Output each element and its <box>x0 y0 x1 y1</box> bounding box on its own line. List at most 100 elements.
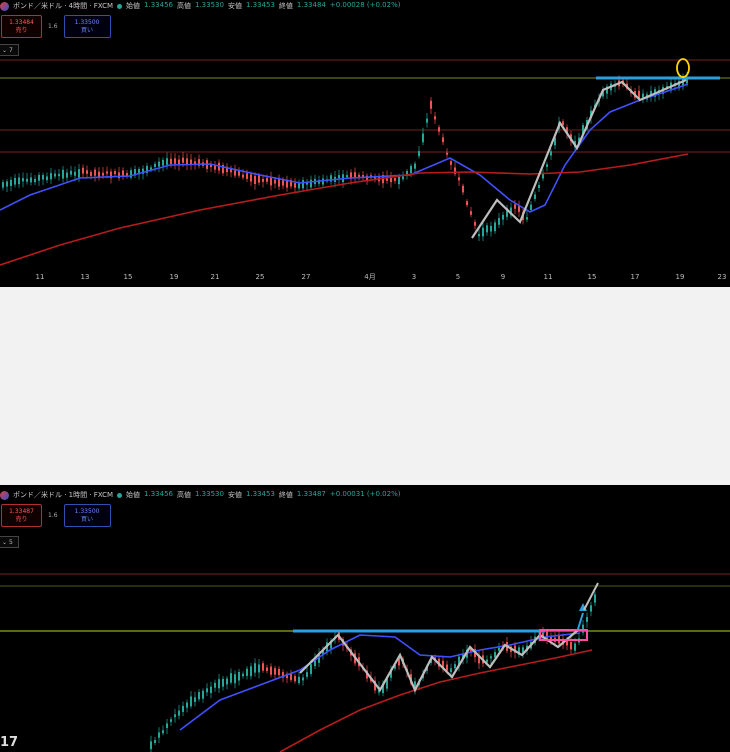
candle <box>534 194 536 200</box>
candle <box>586 617 588 622</box>
candle <box>198 692 200 700</box>
chevron-down-icon: ⌄ <box>2 46 8 54</box>
candle <box>274 179 276 184</box>
indicator-count: 5 <box>8 538 13 546</box>
candle <box>158 732 160 738</box>
price-chart-4h[interactable]: 11 13 15 19 21 25 27 4月 3 5 9 11 15 17 19 23 <box>0 0 730 287</box>
x-tick-label: 27 <box>302 273 311 281</box>
candle <box>498 218 500 225</box>
indicator-count: 7 <box>8 46 13 54</box>
candle <box>486 225 488 233</box>
open-label: 始値 <box>126 491 141 499</box>
candle <box>102 172 104 176</box>
candle <box>442 137 444 143</box>
tradingview-logo[interactable]: 17 <box>0 735 18 750</box>
open-label: 始値 <box>126 2 141 10</box>
indicator-toggle[interactable]: ⌄ 5 <box>0 536 19 548</box>
candle <box>126 173 128 176</box>
candle <box>262 663 264 671</box>
candle <box>78 169 80 178</box>
candle <box>190 696 192 707</box>
candle <box>274 668 276 675</box>
candle <box>46 176 48 181</box>
candle <box>278 668 280 676</box>
candle <box>478 234 480 237</box>
candle <box>418 151 420 157</box>
candle <box>182 705 184 712</box>
candle <box>590 605 592 612</box>
candle <box>242 174 244 178</box>
symbol-title[interactable]: ポンド／米ドル · 4時間 · FXCM <box>13 1 113 11</box>
candle <box>150 741 152 750</box>
sell-label: 売り <box>15 26 28 34</box>
candle <box>526 217 528 220</box>
candle <box>434 116 436 120</box>
sell-price: 1.33487 <box>9 507 34 515</box>
candle <box>462 185 464 193</box>
chart-panel-1h[interactable]: ポンド／米ドル · 1時間 · FXCM 始値 1.33456 高値 1.33530… <box>0 485 730 752</box>
trade-buttons: 1.33484 売り 1.6 1.33500 買い <box>1 15 111 38</box>
candle <box>230 673 232 683</box>
x-tick-label: 25 <box>256 273 265 281</box>
candle <box>246 668 248 676</box>
candle <box>38 174 40 181</box>
candle <box>178 710 180 716</box>
candle <box>546 164 548 167</box>
sell-button[interactable]: 1.33484 売り <box>1 15 42 38</box>
zigzag-line <box>471 78 687 239</box>
candle <box>446 152 448 155</box>
trade-buttons: 1.33487 売り 1.6 1.33500 買い <box>1 504 111 527</box>
candle <box>10 179 12 187</box>
close-label: 終値 <box>278 491 293 499</box>
spread-value: 1.6 <box>48 23 58 30</box>
candle <box>574 643 576 651</box>
x-tick-label: 11 <box>544 273 553 281</box>
candle <box>402 176 404 180</box>
candle <box>6 181 8 187</box>
chart-panel-4h[interactable]: 11 13 15 19 21 25 27 4月 3 5 9 11 15 17 19 23 ポンド／米ドル · … <box>0 0 730 287</box>
buy-button[interactable]: 1.33500 買い <box>63 15 111 38</box>
candle <box>86 170 88 174</box>
candle <box>542 174 544 179</box>
buy-button[interactable]: 1.33500 買い <box>63 504 111 527</box>
candle <box>582 624 584 633</box>
candle <box>490 656 492 659</box>
candle <box>502 214 504 220</box>
candle <box>494 222 496 232</box>
candle <box>94 169 96 176</box>
low-value: 1.33453 <box>245 1 275 9</box>
symbol-title[interactable]: ポンド／米ドル · 1時間 · FXCM <box>13 490 113 500</box>
open-value: 1.33456 <box>144 490 173 498</box>
candle <box>158 161 160 167</box>
candle <box>118 172 120 179</box>
currency-flag-icon <box>0 490 9 500</box>
indicator-toggle[interactable]: ⌄ 7 <box>0 44 19 56</box>
candle <box>250 174 252 182</box>
candle <box>298 183 300 189</box>
candle <box>538 184 540 189</box>
candle <box>450 668 452 673</box>
candle <box>194 697 196 703</box>
candle <box>458 177 460 181</box>
change-value: +0.00028 (+0.02%) <box>329 1 401 9</box>
sell-button[interactable]: 1.33487 売り <box>1 504 42 527</box>
candle <box>430 100 432 109</box>
candle <box>162 159 164 166</box>
candle <box>298 676 300 684</box>
candle <box>242 673 244 677</box>
buy-label: 買い <box>81 515 94 523</box>
candle <box>410 165 412 173</box>
candle <box>154 163 156 168</box>
candle <box>62 169 64 179</box>
candle <box>306 672 308 677</box>
high-value: 1.33530 <box>195 490 224 498</box>
candle <box>346 175 348 178</box>
open-value: 1.33456 <box>144 1 173 9</box>
candle <box>518 205 520 212</box>
x-tick-label: 19 <box>676 273 685 281</box>
candle <box>358 174 360 177</box>
high-value: 1.33530 <box>195 1 224 9</box>
buy-price: 1.33500 <box>74 507 100 515</box>
x-tick-label: 19 <box>170 273 179 281</box>
candle <box>70 170 72 175</box>
